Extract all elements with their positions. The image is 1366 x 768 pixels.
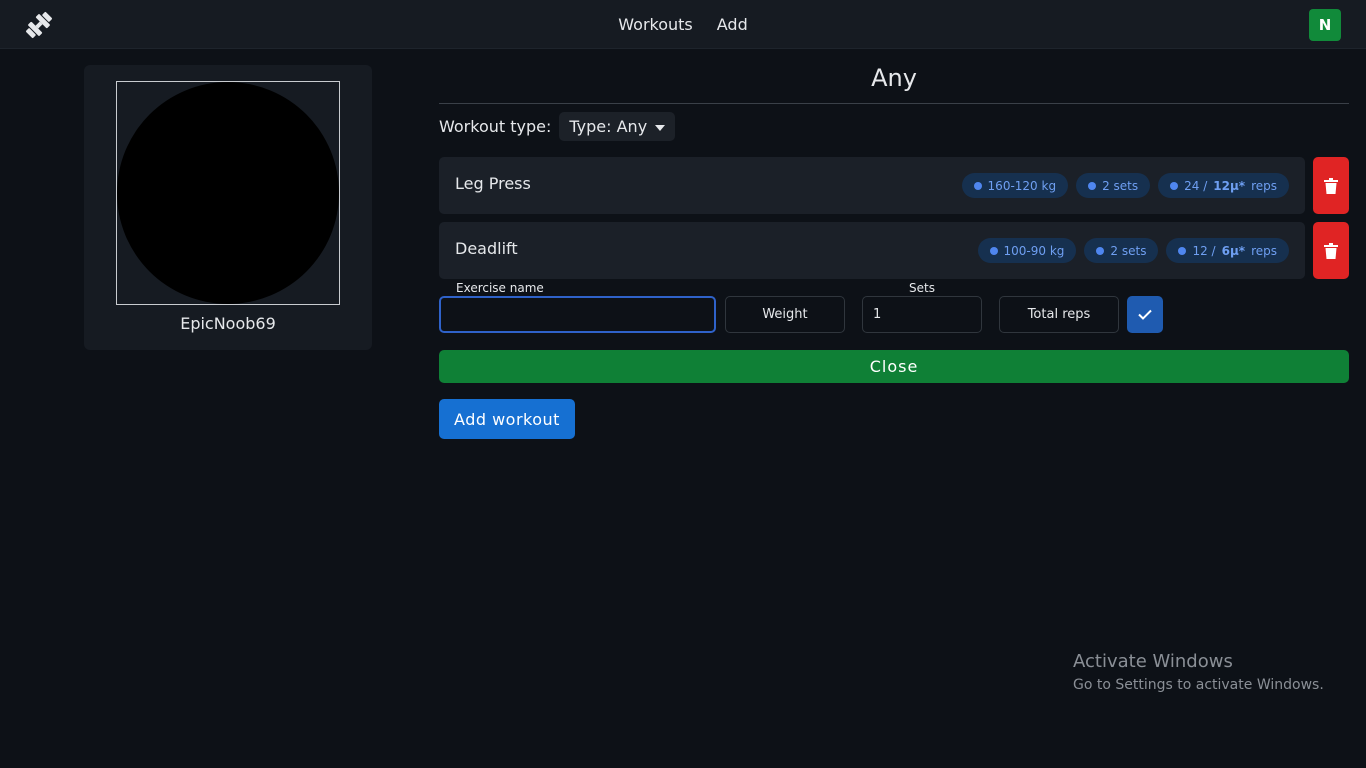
title-divider <box>439 103 1349 104</box>
nav-links: Workouts Add <box>0 0 1366 49</box>
profile-card: EpicNoob69 <box>84 65 372 350</box>
sets-chip: 2 sets <box>1084 238 1159 263</box>
top-nav: Workouts Add N <box>0 0 1366 49</box>
nav-link-workouts[interactable]: Workouts <box>618 15 692 34</box>
delete-exercise-button[interactable] <box>1313 222 1349 279</box>
weight-chip: 100-90 kg <box>977 238 1077 263</box>
dot-icon <box>1088 181 1097 190</box>
add-workout-button[interactable]: Add workout <box>439 399 575 439</box>
profile-picture <box>117 82 339 304</box>
workout-type-label: Workout type: <box>439 117 552 136</box>
weight-chip: 160-120 kg <box>961 173 1069 198</box>
dot-icon <box>1178 246 1187 255</box>
workout-type-dropdown[interactable]: Type: Any <box>559 112 676 141</box>
caret-down-icon <box>655 124 666 131</box>
workout-type-value: Type: Any <box>569 117 648 136</box>
confirm-exercise-button[interactable] <box>1127 296 1163 333</box>
reps-unit: reps <box>1251 178 1277 193</box>
profile-picture-frame <box>116 81 340 305</box>
weight-value: 160-120 kg <box>987 178 1057 193</box>
exercise-name-input[interactable] <box>439 296 716 333</box>
dot-icon <box>973 181 982 190</box>
reps-total: 24 / <box>1184 178 1208 193</box>
activate-windows-subtitle: Go to Settings to activate Windows. <box>1073 677 1324 693</box>
weight-input[interactable]: Weight <box>725 296 845 333</box>
sets-value: 2 sets <box>1102 178 1139 193</box>
weight-placeholder: Weight <box>762 307 808 322</box>
exercise-stats: 100-90 kg 2 sets 12 / 6μ* reps <box>977 238 1289 263</box>
exercise-row: Deadlift 100-90 kg 2 sets 12 / 6μ* reps <box>439 222 1305 279</box>
sets-value: 2 sets <box>1110 243 1147 258</box>
reps-total: 12 / <box>1192 243 1216 258</box>
weight-value: 100-90 kg <box>1003 243 1065 258</box>
dot-icon <box>989 246 998 255</box>
sets-input[interactable]: 1 <box>862 296 982 333</box>
total-reps-input[interactable]: Total reps <box>999 296 1119 333</box>
exercise-name-label: Exercise name <box>456 281 544 295</box>
reps-per-set: 12μ* <box>1213 178 1246 193</box>
trash-icon <box>1324 242 1338 259</box>
page-title: Any <box>871 64 917 92</box>
nav-link-add[interactable]: Add <box>717 15 748 34</box>
reps-chip: 12 / 6μ* reps <box>1166 238 1289 263</box>
reps-per-set: 6μ* <box>1221 243 1246 258</box>
sets-chip: 2 sets <box>1076 173 1151 198</box>
checkmark-icon <box>1138 309 1152 320</box>
exercise-stats: 160-120 kg 2 sets 24 / 12μ* reps <box>961 173 1289 198</box>
user-avatar[interactable]: N <box>1309 9 1341 41</box>
dot-icon <box>1096 246 1105 255</box>
trash-icon <box>1324 177 1338 194</box>
exercise-row: Leg Press 160-120 kg 2 sets 24 / 12μ* re… <box>439 157 1305 214</box>
reps-unit: reps <box>1251 243 1277 258</box>
delete-exercise-button[interactable] <box>1313 157 1349 214</box>
total-reps-placeholder: Total reps <box>1027 307 1091 322</box>
activate-windows-title: Activate Windows <box>1073 651 1233 672</box>
dot-icon <box>1170 181 1179 190</box>
close-button[interactable]: Close <box>439 350 1349 383</box>
exercise-name: Leg Press <box>455 174 531 193</box>
profile-username: EpicNoob69 <box>180 314 276 333</box>
workout-type-row: Workout type: Type: Any <box>439 112 676 141</box>
sets-label: Sets <box>909 281 935 295</box>
exercise-name: Deadlift <box>455 239 518 258</box>
sets-input-value: 1 <box>873 307 882 322</box>
reps-chip: 24 / 12μ* reps <box>1158 173 1289 198</box>
